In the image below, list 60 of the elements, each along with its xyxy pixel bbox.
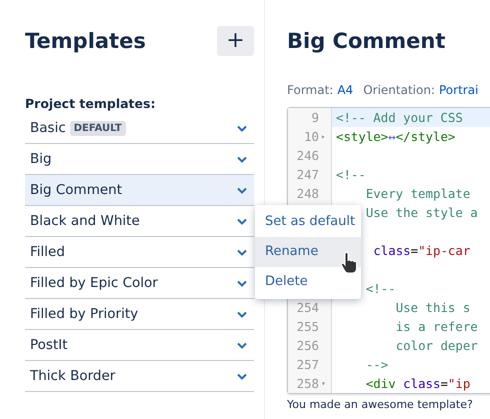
line-number: 256 (296, 338, 319, 353)
chevron-down-icon[interactable] (237, 156, 247, 162)
line-number: 248 (296, 186, 319, 201)
line-number: 10 (304, 129, 319, 144)
template-title: Big Comment (287, 28, 446, 55)
chevron-down-icon[interactable] (237, 248, 247, 256)
chevron-down-icon[interactable] (237, 280, 247, 286)
line-number: 258 (296, 376, 319, 391)
template-item[interactable]: PostIt (25, 330, 254, 361)
footer-note: You made an awesome template? (287, 398, 474, 411)
code-line: Every template (366, 186, 470, 201)
line-number: 254 (296, 300, 319, 315)
line-number: 257 (296, 357, 319, 372)
template-name: Black and White (30, 213, 140, 229)
template-item[interactable]: Basic DEFAULT (25, 113, 254, 144)
line-number: 255 (296, 319, 319, 334)
code-line: <!-- (366, 281, 396, 296)
template-item[interactable]: Big Comment (25, 175, 254, 206)
template-name: Filled by Priority (30, 306, 138, 322)
template-name: PostIt (30, 337, 68, 353)
code-line: <!-- Add your CSS (336, 110, 463, 125)
template-item[interactable]: Filled by Priority (25, 299, 254, 330)
chevron-down-icon[interactable] (237, 310, 247, 318)
code-line: color deper (396, 338, 478, 353)
code-line: <style>↔</style> (336, 129, 456, 144)
sidebar-title: Templates (25, 28, 146, 55)
code-line: Use this s (396, 300, 470, 315)
template-item[interactable]: Black and White (25, 206, 254, 237)
template-name: Big (30, 151, 52, 167)
template-item[interactable]: Filled (25, 237, 254, 268)
chevron-down-icon[interactable] (237, 124, 247, 132)
code-line: <div class="ip (366, 376, 470, 391)
template-item[interactable]: Filled by Epic Color (25, 268, 254, 299)
meta-link[interactable]: A4 (337, 83, 354, 97)
code-line: is a refere (396, 319, 478, 334)
template-name: Filled (30, 244, 65, 260)
section-label: Project templates: (25, 96, 156, 111)
code-line: class="ip-car (373, 243, 470, 258)
code-line: Use the style a (366, 205, 478, 220)
meta-label: Orientation: (363, 83, 435, 97)
line-number: 9 (312, 110, 319, 125)
template-name: Big Comment (30, 182, 122, 198)
chevron-down-icon[interactable] (237, 186, 247, 194)
chevron-down-icon[interactable] (237, 342, 247, 348)
line-number: 246 (296, 148, 319, 163)
code-line: <!-- (336, 167, 366, 182)
menu-item[interactable]: Rename (255, 237, 361, 267)
template-name: Thick Border (30, 368, 116, 384)
add-template-button[interactable]: + (217, 26, 254, 56)
template-name: Filled by Epic Color (30, 275, 158, 291)
template-name: Basic (30, 120, 66, 136)
default-badge: DEFAULT (70, 120, 126, 136)
meta-label: Format: (287, 83, 334, 97)
chevron-down-icon[interactable] (237, 218, 247, 224)
code-line: --> (366, 357, 388, 372)
template-item[interactable]: Thick Border (25, 361, 254, 392)
meta-link[interactable]: Portrai (438, 83, 478, 97)
line-number: 247 (296, 167, 319, 182)
chevron-down-icon[interactable] (237, 372, 247, 380)
hand-cursor-icon (340, 252, 358, 274)
